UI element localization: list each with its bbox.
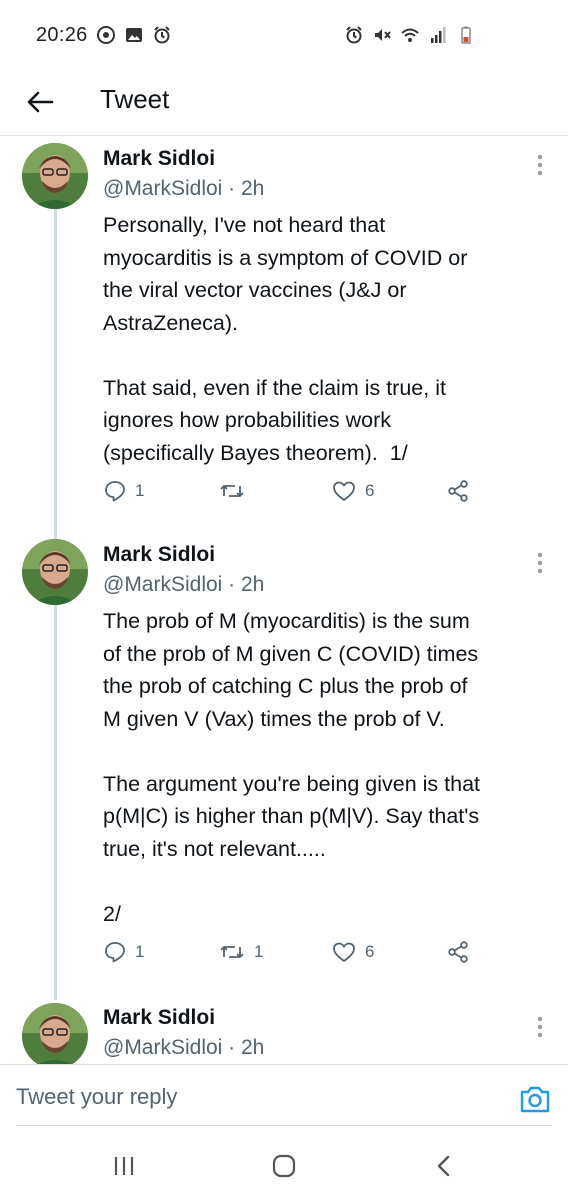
signal-icon bbox=[431, 27, 446, 43]
reply-icon bbox=[105, 481, 125, 502]
share-button[interactable] bbox=[446, 476, 470, 506]
more-options-button[interactable] bbox=[530, 153, 550, 177]
share-button[interactable] bbox=[446, 937, 470, 967]
tweet[interactable]: Mark Sidloi @MarkSidloi · 2h bbox=[0, 997, 568, 1065]
retweet-button[interactable] bbox=[218, 476, 254, 506]
heart-icon bbox=[333, 942, 355, 962]
more-options-button[interactable] bbox=[530, 551, 550, 575]
avatar[interactable] bbox=[22, 539, 88, 605]
reply-composer bbox=[0, 1064, 568, 1128]
home-button[interactable] bbox=[266, 1152, 302, 1180]
reply-button[interactable]: 1 bbox=[103, 937, 144, 967]
tweet-text: The prob of M (myocarditis) is the sum o… bbox=[103, 609, 480, 926]
like-button[interactable]: 6 bbox=[331, 476, 374, 506]
tweet[interactable]: Mark Sidloi @MarkSidloi · 2h The prob of… bbox=[0, 535, 568, 997]
camera-button[interactable] bbox=[518, 1083, 552, 1115]
tweet[interactable]: Mark Sidloi @MarkSidloi · 2h Personally,… bbox=[0, 137, 568, 535]
mute-icon bbox=[375, 29, 391, 41]
reply-input[interactable] bbox=[16, 1077, 486, 1117]
author-name[interactable]: Mark Sidloi bbox=[103, 1006, 215, 1030]
retweet-icon bbox=[220, 946, 244, 958]
like-count: 6 bbox=[365, 481, 375, 500]
gallery-icon bbox=[126, 28, 142, 42]
retweet-button[interactable]: 1 bbox=[218, 937, 263, 967]
tweet-actions: 1 6 bbox=[103, 476, 523, 506]
share-icon bbox=[448, 480, 468, 502]
tweet-actions: 1 1 6 bbox=[103, 937, 523, 967]
tweet-text: Personally, I've not heard that myocardi… bbox=[103, 213, 468, 465]
recent-apps-icon bbox=[114, 1157, 134, 1175]
retweet-icon bbox=[220, 485, 244, 497]
page-title: Tweet bbox=[100, 84, 170, 114]
author-handle[interactable]: @MarkSidloi · 2h bbox=[103, 573, 264, 597]
recent-apps-button[interactable] bbox=[106, 1152, 142, 1180]
whatsapp-icon bbox=[97, 26, 115, 44]
share-icon bbox=[448, 941, 468, 963]
system-nav-bar bbox=[0, 1130, 568, 1200]
more-options-button[interactable] bbox=[530, 1015, 550, 1039]
avatar[interactable] bbox=[22, 143, 88, 209]
author-name[interactable]: Mark Sidloi bbox=[103, 543, 215, 567]
like-count: 6 bbox=[365, 942, 375, 961]
tweet-thread[interactable]: Mark Sidloi @MarkSidloi · 2h Personally,… bbox=[0, 137, 568, 1065]
reply-button[interactable]: 1 bbox=[103, 476, 144, 506]
battery-icon bbox=[461, 26, 471, 44]
alarm-icon bbox=[154, 26, 170, 44]
author-handle[interactable]: @MarkSidloi · 2h bbox=[103, 177, 264, 201]
author-handle[interactable]: @MarkSidloi · 2h bbox=[103, 1036, 264, 1060]
reply-count: 1 bbox=[135, 942, 145, 961]
reply-underline bbox=[16, 1125, 552, 1126]
like-button[interactable]: 6 bbox=[331, 937, 374, 967]
chevron-left-icon bbox=[437, 1155, 450, 1177]
author-name[interactable]: Mark Sidloi bbox=[103, 147, 215, 171]
status-time: 20:26 bbox=[36, 24, 88, 46]
camera-icon bbox=[520, 1086, 550, 1113]
reply-icon bbox=[105, 942, 125, 963]
avatar[interactable] bbox=[22, 1003, 88, 1065]
home-icon bbox=[272, 1154, 296, 1178]
back-button[interactable] bbox=[20, 82, 60, 122]
back-nav-button[interactable] bbox=[426, 1152, 462, 1180]
status-bar: 20:26 bbox=[0, 0, 568, 72]
reply-count: 1 bbox=[135, 481, 145, 500]
heart-icon bbox=[333, 481, 355, 501]
top-app-bar: Tweet bbox=[0, 72, 568, 136]
alarm-icon bbox=[346, 26, 362, 44]
arrow-left-icon bbox=[27, 91, 54, 113]
retweet-count: 1 bbox=[254, 942, 264, 961]
wifi-icon bbox=[401, 28, 419, 42]
